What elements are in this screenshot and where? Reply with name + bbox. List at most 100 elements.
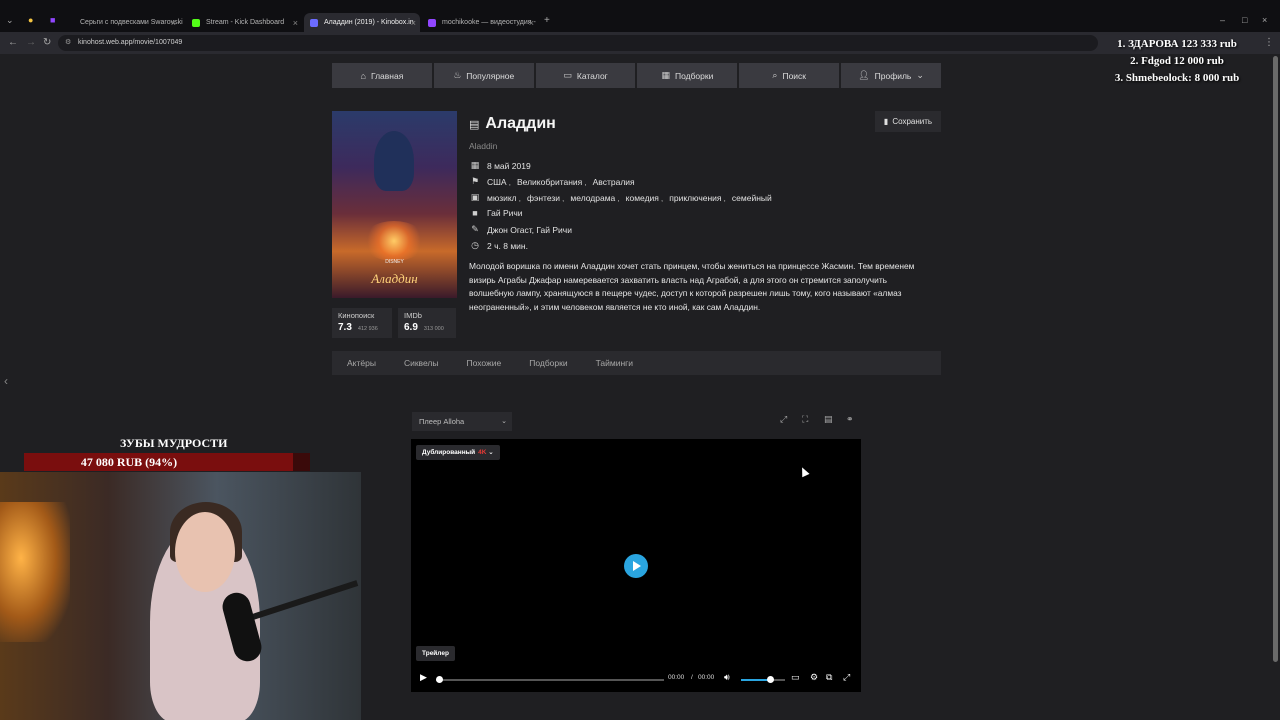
reload-icon[interactable]: ↻	[43, 37, 51, 48]
browser-tab[interactable]: Stream - Kick Dashboard ×	[186, 13, 302, 32]
tab-close-icon[interactable]: ×	[529, 18, 534, 28]
play-icon[interactable]: ▶	[420, 672, 427, 683]
pinned-tab-twitch-icon[interactable]: ■	[50, 15, 55, 25]
nav-profile[interactable]: 👤︎ Профиль ⌄	[841, 63, 941, 88]
camera-icon: ■	[472, 208, 478, 218]
top-donors-overlay: 1. ЗДАРОВА 123 333 rub 2. Fdgod 12 000 r…	[1082, 36, 1272, 87]
site-navbar: ⌂ Главная ♨ Популярное ▭ Каталог ▦ Подборки …	[332, 63, 941, 88]
player-controls: ▶ 00:00 / 00:00 🔊︎ ▭ ⚙ ⧉ ⤢	[411, 669, 861, 689]
tab-timings[interactable]: Тайминги	[596, 358, 633, 368]
genre-link[interactable]: мюзикл	[487, 193, 517, 203]
poster-title: Аладдин	[371, 271, 418, 286]
chevron-down-icon: ⌄	[488, 449, 494, 456]
webcam-streamer-face	[175, 512, 235, 592]
catalog-icon: ▭	[563, 70, 572, 80]
home-icon: ⌂	[360, 70, 366, 81]
genre-link[interactable]: семейный	[732, 193, 772, 203]
writers-row: ✎ Джон Огаст, Гай Ричи	[469, 224, 572, 235]
nav-home[interactable]: ⌂ Главная	[332, 63, 432, 88]
forward-icon[interactable]: →	[26, 37, 36, 48]
back-icon[interactable]: ←	[8, 37, 18, 48]
tab-close-icon[interactable]: ×	[293, 18, 298, 28]
director-link[interactable]: Гай Ричи	[487, 208, 523, 218]
comma: ,	[562, 192, 565, 203]
search-icon: ⌕	[772, 70, 778, 80]
chevron-left-icon[interactable]: ‹	[4, 374, 8, 388]
browser-tab[interactable]: mochikooke — видеостудия - ×	[422, 13, 538, 32]
volume-slider[interactable]	[741, 676, 785, 683]
minimize-icon[interactable]: –	[1220, 15, 1225, 25]
progress-bar[interactable]	[436, 676, 664, 683]
save-button[interactable]: ▮ Сохранить	[875, 111, 941, 132]
chevron-down-icon: ⌄	[916, 70, 924, 80]
tab-favicon-icon	[310, 18, 318, 27]
donor-entry: 2. Fdgod 12 000 rub	[1130, 55, 1224, 67]
nav-popular[interactable]: ♨ Популярное	[433, 63, 534, 88]
movie-description: Молодой воришка по имени Аладдин хочет с…	[469, 261, 915, 312]
tab-sequels[interactable]: Сиквелы	[404, 358, 439, 368]
site-info-icon[interactable]: ⚙	[65, 35, 71, 51]
country-link[interactable]: США	[487, 177, 507, 187]
tab-close-icon[interactable]: ×	[171, 18, 176, 28]
browser-tab-active[interactable]: Аладдин (2019) - Kinobox.in ×	[304, 13, 420, 32]
volume-fill	[741, 679, 770, 681]
settings-icon[interactable]: ⚙	[810, 672, 818, 683]
browser-tab[interactable]: Серьги с подвесками Swarovski ×	[68, 13, 183, 32]
writers-link[interactable]: Джон Огаст, Гай Ричи	[487, 225, 572, 235]
country-link[interactable]: Великобритания	[517, 177, 582, 187]
donation-goal-text: 47 080 RUB (94%)	[80, 455, 178, 469]
genres-row: ▣ мюзикл, фэнтези, мелодрама, комедия, п…	[469, 192, 772, 203]
tab-actors[interactable]: Актёры	[347, 358, 376, 368]
volume-icon[interactable]: 🔊︎	[724, 672, 730, 683]
maximize-icon[interactable]: □	[1242, 15, 1247, 25]
time-separator: /	[691, 674, 693, 681]
genre-link[interactable]: мелодрама	[570, 193, 615, 203]
dubbing-select[interactable]: Дублированный 4K ⌄	[416, 445, 500, 460]
genre-link[interactable]: приключения	[669, 193, 721, 203]
pip-icon[interactable]: ⧉	[826, 672, 832, 683]
link-icon[interactable]: ⚭	[846, 414, 854, 425]
chevron-down-icon: ⌄	[501, 418, 507, 425]
player-select[interactable]: Плеер Alloha ⌄	[412, 412, 512, 431]
progress-knob[interactable]	[436, 676, 443, 683]
genre-link[interactable]: фэнтези	[527, 193, 560, 203]
country-link[interactable]: Австралия	[593, 177, 635, 187]
duration-row: ◷ 2 ч. 8 мин.	[469, 240, 528, 251]
webcam-lamp	[0, 502, 70, 642]
tab-collections[interactable]: Подборки	[529, 358, 567, 368]
address-bar[interactable]: ⚙ kinohost.web.app/movie/1007049	[58, 35, 1098, 51]
page-title: Аладдин	[485, 115, 556, 132]
comment-icon[interactable]: ▤	[824, 414, 833, 425]
play-button[interactable]	[624, 554, 648, 578]
new-tab-icon[interactable]: +	[544, 15, 550, 26]
collections-icon: ▦	[661, 70, 670, 80]
nav-catalog[interactable]: ▭ Каталог	[535, 63, 636, 88]
comma: ,	[508, 176, 511, 187]
tab-close-icon[interactable]: ×	[411, 18, 416, 28]
rating-kinopoisk: Кинопоиск 7.3 412 936	[332, 308, 392, 338]
subtitles-icon[interactable]: ▭	[791, 672, 800, 683]
nav-search[interactable]: ⌕ Поиск	[739, 63, 840, 88]
tab-similar[interactable]: Похожие	[467, 358, 502, 368]
nav-collections[interactable]: ▦ Подборки	[637, 63, 738, 88]
movie-poster: DISNEY Аладдин	[332, 111, 457, 298]
video-player[interactable]: Дублированный 4K ⌄ Трейлер ▶ 00:00 / 00:0…	[411, 439, 861, 692]
donor-entry: 3. Shmebeolock: 8 000 rub	[1114, 72, 1240, 84]
fullscreen-icon[interactable]: ⤢	[843, 672, 850, 683]
volume-knob[interactable]	[766, 676, 774, 683]
pinned-tab-icon[interactable]: ●	[28, 15, 33, 25]
movie-title-row: ▤ Аладдин	[469, 115, 556, 133]
donor-entry: 1. ЗДАРОВА 123 333 rub	[1117, 38, 1237, 50]
fullscreen-icon[interactable]: ⛶	[802, 414, 808, 425]
release-date-row: ▦ 8 май 2019	[470, 160, 531, 171]
flag-icon: ⚑	[470, 176, 480, 186]
tab-search-icon[interactable]: ⌄	[6, 15, 14, 26]
close-window-icon[interactable]: ×	[1262, 15, 1267, 25]
genre-link[interactable]: комедия	[626, 193, 659, 203]
time-total: 00:00	[698, 674, 715, 681]
trailer-button[interactable]: Трейлер	[416, 646, 455, 661]
expand-icon[interactable]: ⤢	[780, 414, 787, 425]
comma: ,	[518, 192, 522, 203]
rating-imdb: IMDb 6.9 313 000	[398, 308, 456, 338]
page-scrollbar[interactable]	[1273, 56, 1278, 662]
